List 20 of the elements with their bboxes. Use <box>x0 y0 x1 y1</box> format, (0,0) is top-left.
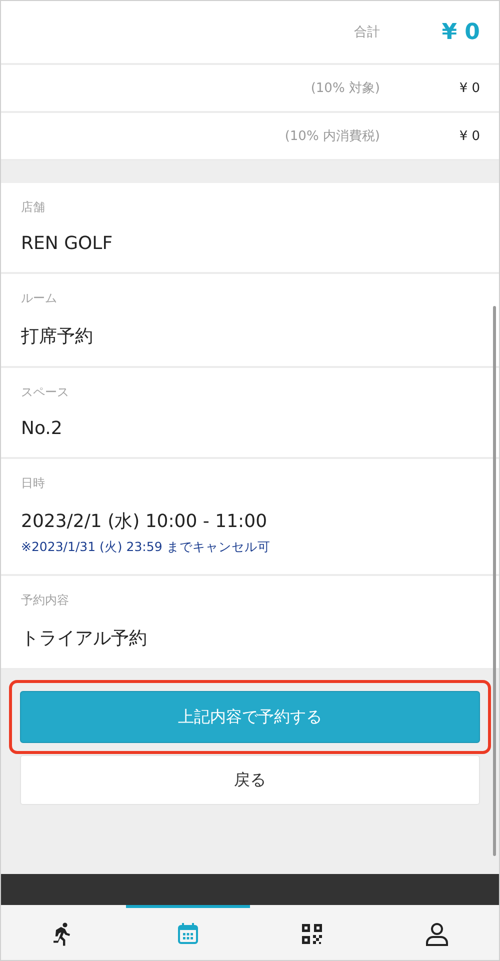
cancel-note: ※2023/1/31 (火) 23:59 までキャンセル可 <box>21 539 272 556</box>
tax-amount: ¥ 0 <box>458 128 480 144</box>
field-value: No.2 <box>21 418 64 439</box>
field-label: 日時 <box>21 475 46 492</box>
field-value: 2023/2/1 (水) 10:00 - 11:00 <box>21 510 268 533</box>
tax-label: (10% 対象) <box>310 80 380 97</box>
total-amount: ¥ 0 <box>440 20 480 44</box>
field-label: ルーム <box>21 290 58 307</box>
field-value: 打席予約 <box>21 325 94 348</box>
field-value: トライアル予約 <box>21 627 148 650</box>
field-label: 予約内容 <box>21 592 70 609</box>
field-value: REN GOLF <box>21 233 114 254</box>
tax-label: (10% 内消費税) <box>284 128 380 145</box>
back-button[interactable]: 戻る <box>20 755 480 805</box>
field-label: 店舗 <box>21 199 46 216</box>
field-label: スペース <box>21 384 70 401</box>
tax-amount: ¥ 0 <box>458 80 480 96</box>
total-label: 合計 <box>353 24 380 41</box>
scrollbar[interactable] <box>493 306 496 856</box>
person-icon <box>424 921 450 947</box>
